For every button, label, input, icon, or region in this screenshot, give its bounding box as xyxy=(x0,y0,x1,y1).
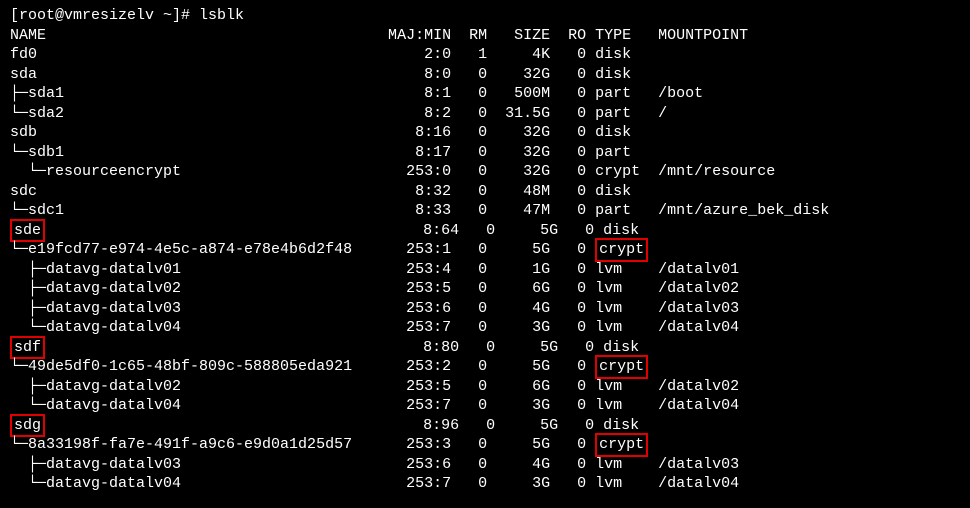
device-type: disk xyxy=(603,339,639,356)
device-type: part xyxy=(595,105,631,122)
device-name: sdc xyxy=(10,183,37,200)
device-type: lvm xyxy=(595,378,622,395)
device-name: sdf xyxy=(10,336,45,360)
lsblk-row: sdg 8:96 0 5G 0 disk xyxy=(10,416,960,436)
device-name: e19fcd77-e974-4e5c-a874-e78e4b6d2f48 xyxy=(28,241,352,258)
device-name: sda2 xyxy=(28,105,64,122)
lsblk-output: fd0 2:0 1 4K 0 disk sda 8:0 0 32G 0 disk… xyxy=(10,45,960,494)
device-type: disk xyxy=(595,46,631,63)
mountpoint: / xyxy=(658,105,667,122)
lsblk-row: └─8a33198f-fa7e-491f-a9c6-e9d0a1d25d57 2… xyxy=(10,435,960,455)
mountpoint: /datalv04 xyxy=(658,397,739,414)
device-type: crypt xyxy=(595,433,648,457)
lsblk-row: ├─datavg-datalv02 253:5 0 6G 0 lvm /data… xyxy=(10,279,960,299)
mountpoint: /mnt/azure_bek_disk xyxy=(658,202,829,219)
mountpoint: /boot xyxy=(658,85,703,102)
device-type: crypt xyxy=(595,355,648,379)
lsblk-row: ├─datavg-datalv02 253:5 0 6G 0 lvm /data… xyxy=(10,377,960,397)
lsblk-row: fd0 2:0 1 4K 0 disk xyxy=(10,45,960,65)
device-name: sda xyxy=(10,66,37,83)
device-name: datavg-datalv04 xyxy=(46,319,181,336)
lsblk-row: └─datavg-datalv04 253:7 0 3G 0 lvm /data… xyxy=(10,318,960,338)
device-type: crypt xyxy=(595,163,640,180)
device-name: datavg-datalv02 xyxy=(46,280,181,297)
device-type: lvm xyxy=(595,300,622,317)
lsblk-row: └─sdb1 8:17 0 32G 0 part xyxy=(10,143,960,163)
mountpoint: /datalv02 xyxy=(658,280,739,297)
lsblk-row: ├─datavg-datalv03 253:6 0 4G 0 lvm /data… xyxy=(10,455,960,475)
device-type: part xyxy=(595,144,631,161)
mountpoint: /datalv03 xyxy=(658,456,739,473)
lsblk-row: sde 8:64 0 5G 0 disk xyxy=(10,221,960,241)
device-name: datavg-datalv04 xyxy=(46,397,181,414)
device-type: lvm xyxy=(595,261,622,278)
mountpoint: /datalv01 xyxy=(658,261,739,278)
lsblk-header: NAME MAJ:MIN RM SIZE RO TYPE MOUNTPOINT xyxy=(10,26,960,46)
lsblk-row: └─49de5df0-1c65-48bf-809c-588805eda921 2… xyxy=(10,357,960,377)
lsblk-row: └─datavg-datalv04 253:7 0 3G 0 lvm /data… xyxy=(10,396,960,416)
lsblk-row: └─sda2 8:2 0 31.5G 0 part / xyxy=(10,104,960,124)
device-type: disk xyxy=(595,183,631,200)
device-type: disk xyxy=(595,124,631,141)
mountpoint: /datalv02 xyxy=(658,378,739,395)
device-type: crypt xyxy=(595,238,648,262)
device-name: datavg-datalv02 xyxy=(46,378,181,395)
device-name: sdc1 xyxy=(28,202,64,219)
command: lsblk xyxy=(199,7,244,24)
mountpoint: /mnt/resource xyxy=(658,163,775,180)
device-type: lvm xyxy=(595,475,622,492)
device-name: sdg xyxy=(10,414,45,438)
lsblk-row: ├─datavg-datalv03 253:6 0 4G 0 lvm /data… xyxy=(10,299,960,319)
lsblk-row: sda 8:0 0 32G 0 disk xyxy=(10,65,960,85)
device-name: sda1 xyxy=(28,85,64,102)
device-name: resourceencrypt xyxy=(46,163,181,180)
lsblk-row: sdc 8:32 0 48M 0 disk xyxy=(10,182,960,202)
shell-prompt: [root@vmresizelv ~]# xyxy=(10,7,199,24)
device-type: lvm xyxy=(595,280,622,297)
device-name: sdb xyxy=(10,124,37,141)
device-name: datavg-datalv03 xyxy=(46,300,181,317)
device-name: 49de5df0-1c65-48bf-809c-588805eda921 xyxy=(28,358,352,375)
device-type: part xyxy=(595,85,631,102)
device-name: datavg-datalv04 xyxy=(46,475,181,492)
mountpoint: /datalv04 xyxy=(658,475,739,492)
lsblk-row: └─resourceencrypt 253:0 0 32G 0 crypt /m… xyxy=(10,162,960,182)
device-name: datavg-datalv03 xyxy=(46,456,181,473)
device-type: lvm xyxy=(595,397,622,414)
device-name: sde xyxy=(10,219,45,243)
prompt-line: [root@vmresizelv ~]# lsblk xyxy=(10,6,960,26)
device-name: sdb1 xyxy=(28,144,64,161)
device-name: fd0 xyxy=(10,46,37,63)
mountpoint: /datalv04 xyxy=(658,319,739,336)
device-name: datavg-datalv01 xyxy=(46,261,181,278)
lsblk-row: └─e19fcd77-e974-4e5c-a874-e78e4b6d2f48 2… xyxy=(10,240,960,260)
lsblk-row: sdf 8:80 0 5G 0 disk xyxy=(10,338,960,358)
device-type: disk xyxy=(595,66,631,83)
lsblk-row: sdb 8:16 0 32G 0 disk xyxy=(10,123,960,143)
lsblk-row: ├─datavg-datalv01 253:4 0 1G 0 lvm /data… xyxy=(10,260,960,280)
lsblk-row: └─sdc1 8:33 0 47M 0 part /mnt/azure_bek_… xyxy=(10,201,960,221)
lsblk-row: ├─sda1 8:1 0 500M 0 part /boot xyxy=(10,84,960,104)
device-type: part xyxy=(595,202,631,219)
device-type: disk xyxy=(603,222,639,239)
lsblk-row: └─datavg-datalv04 253:7 0 3G 0 lvm /data… xyxy=(10,474,960,494)
device-type: lvm xyxy=(595,456,622,473)
device-type: disk xyxy=(603,417,639,434)
device-name: 8a33198f-fa7e-491f-a9c6-e9d0a1d25d57 xyxy=(28,436,352,453)
mountpoint: /datalv03 xyxy=(658,300,739,317)
device-type: lvm xyxy=(595,319,622,336)
